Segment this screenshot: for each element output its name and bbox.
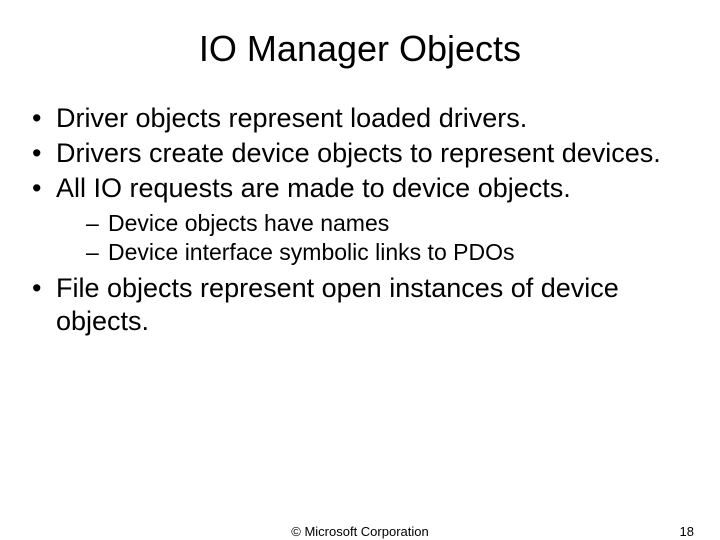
page-number: 18 [680,524,694,539]
sub-bullet-item: Device objects have names [56,209,694,237]
slide: IO Manager Objects Driver objects repres… [0,0,720,540]
bullet-item: All IO requests are made to device objec… [26,172,694,266]
sub-bullet-list: Device objects have names Device interfa… [56,209,694,266]
slide-content: Driver objects represent loaded drivers.… [0,102,720,338]
bullet-list: Driver objects represent loaded drivers.… [26,102,694,338]
sub-bullet-item: Device interface symbolic links to PDOs [56,238,694,266]
slide-title: IO Manager Objects [0,0,720,102]
copyright-text: © Microsoft Corporation [0,524,720,539]
bullet-item: File objects represent open instances of… [26,272,694,338]
bullet-item: Drivers create device objects to represe… [26,137,694,170]
bullet-item: Driver objects represent loaded drivers. [26,102,694,135]
bullet-text: All IO requests are made to device objec… [56,173,571,203]
